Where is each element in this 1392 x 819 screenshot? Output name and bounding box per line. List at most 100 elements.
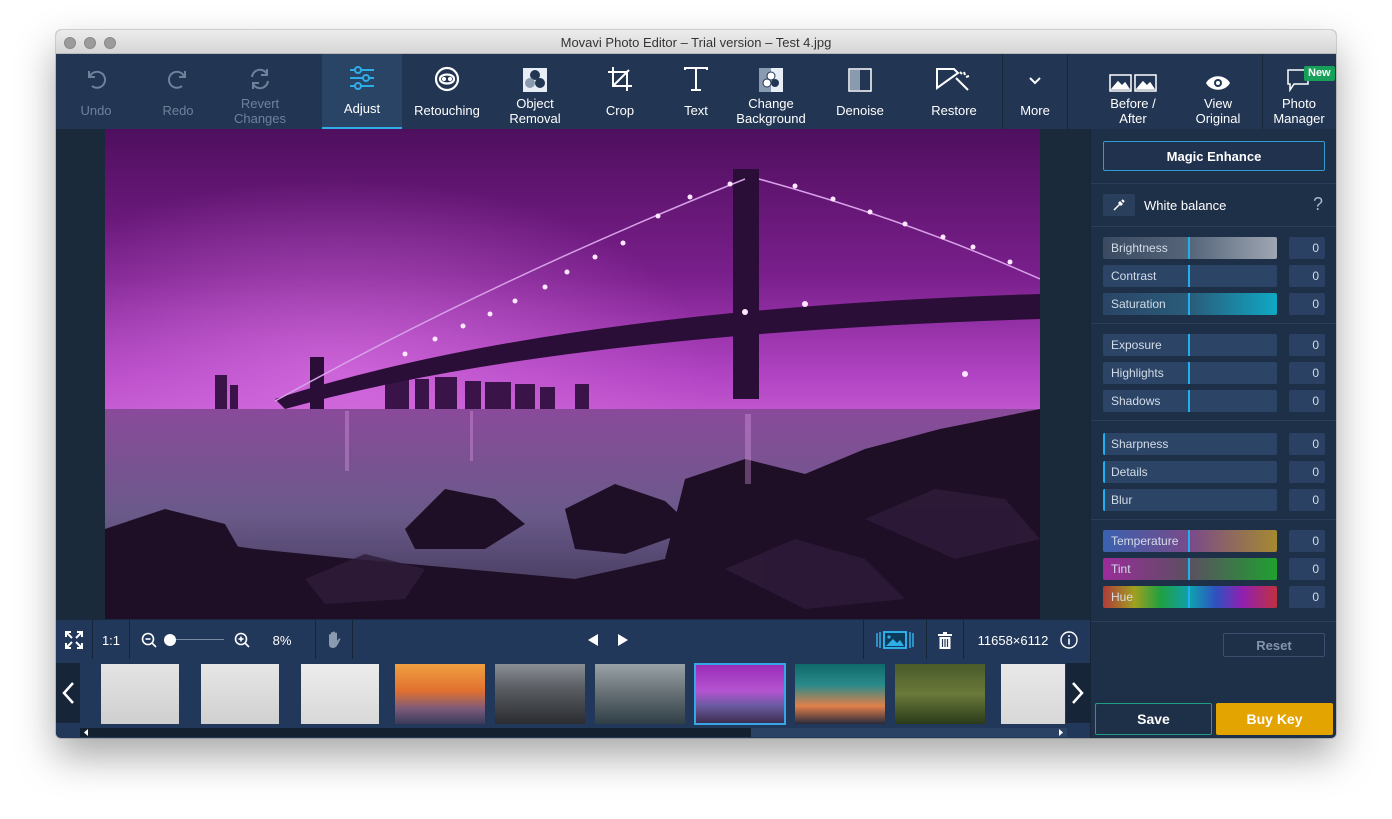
tab-text[interactable]: Text <box>660 54 732 129</box>
pan-tool-button[interactable] <box>316 620 352 660</box>
photo-manager-button[interactable]: New Photo Manager <box>1262 54 1336 129</box>
new-badge: New <box>1304 66 1335 81</box>
slider-handle[interactable] <box>1188 334 1190 356</box>
divider <box>1091 420 1336 421</box>
slider-label: Saturation <box>1111 297 1166 311</box>
thumbnail-screenshot-settings-2[interactable] <box>201 664 279 724</box>
value-field-details[interactable]: 0 <box>1289 461 1325 483</box>
value-field-blur[interactable]: 0 <box>1289 489 1325 511</box>
previous-image-button[interactable] <box>581 620 605 660</box>
value-field-hue[interactable]: 0 <box>1289 586 1325 608</box>
thumbnail-screenshot-system-prefs[interactable] <box>1001 664 1065 724</box>
slider-exposure[interactable]: Exposure <box>1103 334 1277 356</box>
image-info-button[interactable] <box>1058 620 1080 660</box>
slider-handle[interactable] <box>1188 390 1190 412</box>
thumbnail-hot-air-balloons-sunset[interactable] <box>395 664 485 724</box>
thumbnail-city-skyline-tower[interactable] <box>495 664 585 724</box>
divider <box>1091 226 1336 227</box>
more-button[interactable]: More <box>1002 54 1068 129</box>
slider-temperature[interactable]: Temperature <box>1103 530 1277 552</box>
value-field-brightness[interactable]: 0 <box>1289 237 1325 259</box>
help-icon[interactable]: ? <box>1313 194 1323 215</box>
thumbnail-bridge-night-purple[interactable] <box>694 663 786 725</box>
slider-saturation[interactable]: Saturation <box>1103 293 1277 315</box>
slider-blur[interactable]: Blur <box>1103 489 1277 511</box>
value-field-temperature[interactable]: 0 <box>1289 530 1325 552</box>
value-field-sharpness[interactable]: 0 <box>1289 433 1325 455</box>
slider-handle[interactable] <box>1188 586 1190 608</box>
slider-handle[interactable] <box>1103 461 1105 483</box>
slider-contrast[interactable]: Contrast <box>1103 265 1277 287</box>
slider-brightness[interactable]: Brightness <box>1103 237 1277 259</box>
zoom-slider[interactable] <box>162 620 226 660</box>
slider-highlights[interactable]: Highlights <box>1103 362 1277 384</box>
object-removal-icon <box>492 54 578 92</box>
fit-to-screen-button[interactable] <box>56 620 92 660</box>
tab-object-removal[interactable]: Object Removal <box>492 54 578 129</box>
redo-button[interactable]: Redo <box>138 54 218 129</box>
before-after-button[interactable]: Before / After <box>1090 54 1176 129</box>
revert-changes-button[interactable]: Revert Changes <box>220 54 300 129</box>
undo-button[interactable]: Undo <box>56 54 136 129</box>
divider <box>1091 323 1336 324</box>
value-field-contrast[interactable]: 0 <box>1289 265 1325 287</box>
scroll-right-arrow-icon[interactable] <box>1057 728 1065 737</box>
slider-handle[interactable] <box>1103 433 1105 455</box>
tab-change-background[interactable]: Change Background <box>726 54 816 129</box>
value-field-tint[interactable]: 0 <box>1289 558 1325 580</box>
filmstrip-scrollbar[interactable] <box>80 728 1067 737</box>
slider-details[interactable]: Details <box>1103 461 1277 483</box>
slider-label: Sharpness <box>1111 437 1169 451</box>
thumbnail-sunset-teal-sky[interactable] <box>795 664 885 724</box>
filmstrip-next-button[interactable] <box>1066 663 1090 723</box>
slider-handle[interactable] <box>1103 489 1105 511</box>
slider-handle[interactable] <box>1188 293 1190 315</box>
slider-hue[interactable]: Hue <box>1103 586 1277 608</box>
scroll-left-arrow-icon[interactable] <box>82 728 90 737</box>
value-field-highlights[interactable]: 0 <box>1289 362 1325 384</box>
filmstrip-icon <box>876 631 914 649</box>
slider-handle[interactable] <box>1188 530 1190 552</box>
filmstrip-prev-button[interactable] <box>56 663 80 723</box>
slider-handle[interactable] <box>1188 558 1190 580</box>
tab-denoise[interactable]: Denoise <box>820 54 900 129</box>
filmstrip-toggle-button[interactable] <box>864 620 926 660</box>
zoom-slider-handle[interactable] <box>164 634 176 646</box>
text-icon <box>660 54 732 92</box>
value-field-exposure[interactable]: 0 <box>1289 334 1325 356</box>
actual-size-button[interactable]: 1:1 <box>93 620 129 660</box>
buy-key-button[interactable]: Buy Key <box>1216 703 1333 735</box>
slider-shadows[interactable]: Shadows <box>1103 390 1277 412</box>
tab-restore[interactable]: Restore <box>914 54 994 129</box>
slider-tint[interactable]: Tint <box>1103 558 1277 580</box>
next-image-button[interactable] <box>611 620 635 660</box>
tab-adjust[interactable]: Adjust <box>322 54 402 129</box>
slider-label: Details <box>1111 465 1148 479</box>
zoom-in-button[interactable] <box>231 620 253 660</box>
filmstrip-scroll-thumb[interactable] <box>751 728 1067 737</box>
undo-icon <box>56 54 136 92</box>
thumbnail-forest-tree[interactable] <box>895 664 985 724</box>
tab-crop[interactable]: Crop <box>582 54 658 129</box>
reset-button[interactable]: Reset <box>1223 633 1325 657</box>
thumbnail-screenshot-dialog[interactable] <box>301 664 379 724</box>
zoom-out-button[interactable] <box>138 620 160 660</box>
slider-sharpness[interactable]: Sharpness <box>1103 433 1277 455</box>
view-original-button[interactable]: View Original <box>1178 54 1258 129</box>
delete-image-button[interactable] <box>927 620 963 660</box>
value-field-shadows[interactable]: 0 <box>1289 390 1325 412</box>
slider-handle[interactable] <box>1188 362 1190 384</box>
slider-handle[interactable] <box>1188 237 1190 259</box>
photo-bridge-night[interactable] <box>105 129 1040 619</box>
thumbnail-screenshot-settings-1[interactable] <box>101 664 179 724</box>
value-field-saturation[interactable]: 0 <box>1289 293 1325 315</box>
thumbnail-lighthouse-coast[interactable] <box>595 664 685 724</box>
redo-icon <box>138 54 218 92</box>
white-balance-picker-button[interactable] <box>1103 194 1135 216</box>
slider-handle[interactable] <box>1188 265 1190 287</box>
magic-enhance-button[interactable]: Magic Enhance <box>1103 141 1325 171</box>
save-button[interactable]: Save <box>1095 703 1212 735</box>
image-canvas[interactable] <box>56 129 1090 619</box>
tab-retouching[interactable]: Retouching <box>402 54 492 129</box>
expand-icon <box>65 631 83 649</box>
